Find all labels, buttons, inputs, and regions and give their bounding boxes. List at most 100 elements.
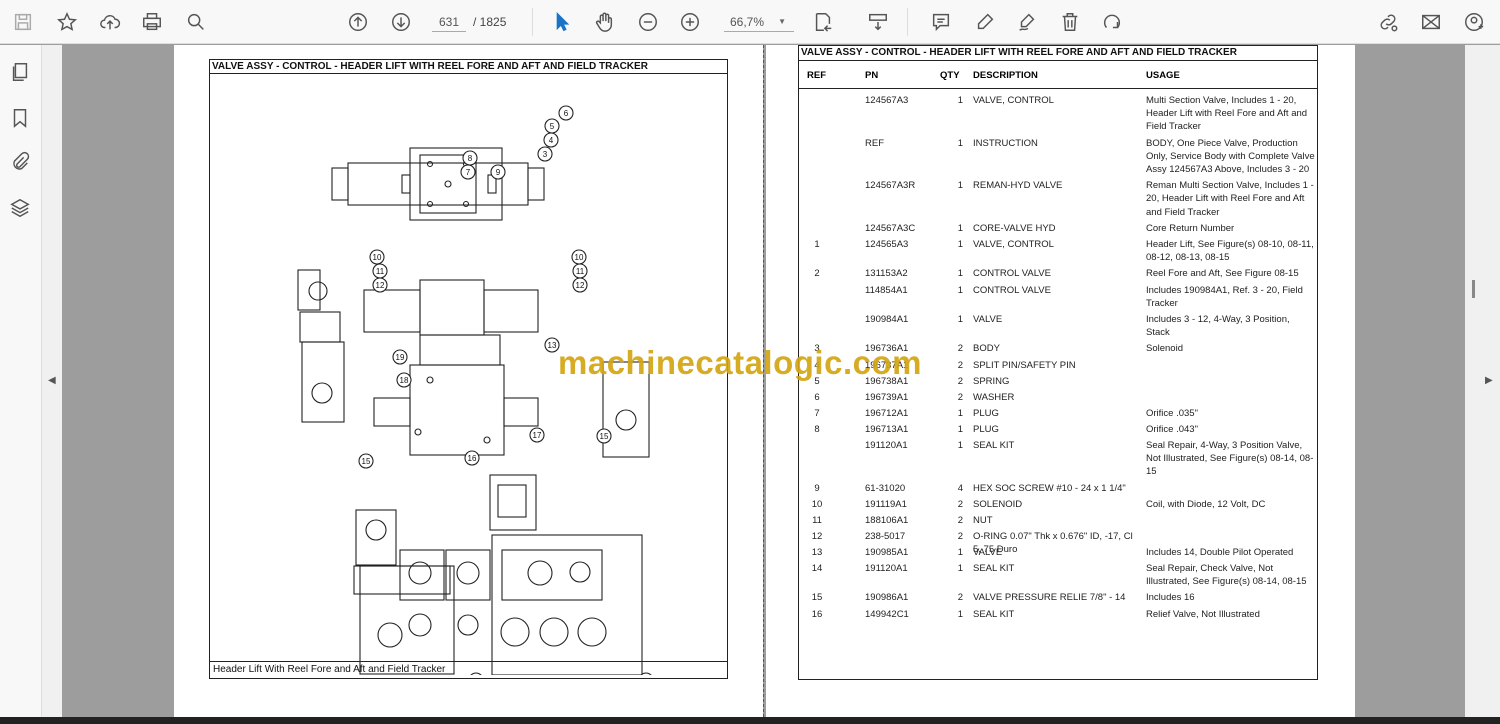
vertical-scrollbar[interactable] bbox=[1472, 280, 1475, 298]
callout-number: 18 bbox=[400, 376, 409, 385]
star-icon[interactable] bbox=[54, 9, 80, 35]
expand-right-icon[interactable]: ▶ bbox=[1485, 375, 1493, 386]
table-row: 12 238-5017 2 O-RING 0.07" Thk x 0.676" ID,… bbox=[799, 530, 1317, 555]
cell-pn: 131153A2 bbox=[865, 268, 908, 280]
callout-number: 6 bbox=[564, 109, 569, 118]
callout-number: 19 bbox=[396, 353, 405, 362]
cell-usage: Includes 16 bbox=[1146, 592, 1195, 604]
search-zoom-icon[interactable] bbox=[183, 9, 209, 35]
callout-number: 11 bbox=[576, 267, 585, 276]
cell-usage: Seal Repair, 4-Way, 3 Position Valve, No… bbox=[1146, 440, 1314, 478]
cell-desc: HEX SOC SCREW #10 - 24 x 1 1/4" bbox=[973, 482, 1126, 494]
header-ref: REF bbox=[807, 70, 826, 81]
right-panel-strip: ▶ bbox=[1465, 45, 1500, 724]
next-page-icon[interactable] bbox=[388, 9, 414, 35]
sign-icon[interactable] bbox=[1014, 9, 1040, 35]
print-icon[interactable] bbox=[139, 9, 165, 35]
cell-desc: CONTROL VALVE bbox=[973, 284, 1051, 296]
account-icon[interactable] bbox=[1461, 9, 1487, 35]
cell-pn: 190986A1 bbox=[865, 592, 909, 604]
watermark: machinecatalogic.com bbox=[558, 344, 922, 381]
zoom-select[interactable]: 66,7% ▼ bbox=[724, 12, 794, 32]
divider bbox=[907, 8, 908, 36]
upload-cloud-icon[interactable] bbox=[97, 9, 123, 35]
comment-icon[interactable] bbox=[928, 9, 954, 35]
cell-desc: CORE-VALVE HYD bbox=[973, 222, 1056, 234]
prev-page-icon[interactable] bbox=[345, 9, 371, 35]
mail-icon[interactable] bbox=[1418, 9, 1444, 35]
page-total: / 1825 bbox=[473, 15, 507, 29]
cell-qty: 2 bbox=[957, 375, 963, 387]
cell-qty: 1 bbox=[957, 314, 963, 326]
attachment-icon[interactable] bbox=[9, 151, 33, 175]
zoom-value: 66,7% bbox=[730, 15, 765, 29]
cell-ref: 11 bbox=[812, 514, 822, 526]
select-cursor-icon[interactable] bbox=[549, 9, 575, 35]
cell-usage bbox=[1146, 391, 1316, 404]
trash-icon[interactable] bbox=[1057, 9, 1083, 35]
cell-usage: Core Return Number bbox=[1146, 222, 1235, 234]
cell-desc: SEAL KIT bbox=[973, 563, 1015, 575]
table-row: 124567A3 1 VALVE, CONTROL Multi Section Val… bbox=[799, 94, 1317, 137]
cell-qty: 1 bbox=[957, 423, 963, 435]
table-row: 7 196712A1 1 PLUG Orifice .035" bbox=[799, 407, 1317, 423]
cell-desc: PLUG bbox=[973, 407, 999, 419]
zoom-out-icon[interactable] bbox=[635, 9, 661, 35]
cell-desc: SEAL KIT bbox=[973, 440, 1015, 452]
cell-desc: BODY bbox=[973, 343, 1000, 355]
pages-icon[interactable] bbox=[9, 61, 33, 85]
table-row: 11 188106A1 2 NUT bbox=[799, 514, 1317, 530]
cell-qty: 1 bbox=[957, 284, 963, 296]
cell-qty: 1 bbox=[957, 180, 963, 192]
header-usage: USAGE bbox=[1146, 70, 1180, 81]
table-row: 9 61-31020 4 HEX SOC SCREW #10 - 24 x 1 1/4… bbox=[799, 482, 1317, 498]
cell-ref: 8 bbox=[814, 423, 820, 435]
cell-ref: 1 bbox=[814, 239, 820, 251]
page-number-input[interactable]: 631 bbox=[432, 12, 466, 32]
cell-usage: Solenoid bbox=[1146, 343, 1183, 355]
fit-page-icon[interactable] bbox=[810, 9, 836, 35]
cell-desc: VALVE bbox=[973, 546, 1003, 558]
cell-qty: 1 bbox=[957, 546, 963, 558]
cell-ref: 15 bbox=[811, 592, 823, 604]
cell-usage: Includes 14, Double Pilot Operated bbox=[1146, 546, 1294, 558]
cell-qty: 1 bbox=[957, 563, 963, 575]
cell-usage: Coil, with Diode, 12 Volt, DC bbox=[1146, 498, 1266, 510]
cell-ref: 12 bbox=[811, 530, 823, 542]
expand-left-icon[interactable]: ◀ bbox=[48, 375, 56, 386]
cell-usage: Orifice .043" bbox=[1146, 423, 1198, 435]
table-row: 14 191120A1 1 SEAL KIT Seal Repair, Check Va… bbox=[799, 562, 1317, 591]
zoom-in-icon[interactable] bbox=[677, 9, 703, 35]
header-qty: QTY bbox=[940, 70, 960, 81]
hand-tool-icon[interactable] bbox=[591, 9, 617, 35]
cell-pn: 188106A1 bbox=[865, 514, 909, 526]
cell-ref: 6 bbox=[814, 391, 820, 403]
cell-ref: 16 bbox=[811, 608, 823, 620]
highlight-pen-icon[interactable] bbox=[972, 9, 998, 35]
cell-pn: 238-5017 bbox=[865, 530, 906, 542]
layers-icon[interactable] bbox=[9, 197, 33, 221]
cell-ref: 7 bbox=[814, 407, 820, 419]
cell-usage bbox=[1146, 514, 1316, 527]
callout-number: 13 bbox=[548, 341, 557, 350]
cell-ref: 9 bbox=[814, 482, 820, 494]
cell-ref: 10 bbox=[811, 498, 823, 510]
table-row: 114854A1 1 CONTROL VALVE Includes 190984A1,… bbox=[799, 284, 1317, 313]
cell-usage: Reman Multi Section Valve, Includes 1 - … bbox=[1146, 180, 1314, 218]
cell-pn: 190985A1 bbox=[865, 546, 909, 558]
cell-qty: 1 bbox=[957, 95, 963, 106]
table-row: 190984A1 1 VALVE Includes 3 - 12, 4-Way, 3 … bbox=[799, 313, 1317, 342]
cell-usage bbox=[1146, 359, 1316, 372]
figure-title-bar: VALVE ASSY - CONTROL - HEADER LIFT WITH … bbox=[210, 60, 727, 74]
share-link-icon[interactable] bbox=[1375, 9, 1401, 35]
table-row: REF 1 INSTRUCTION BODY, One Piece Valve, Pr… bbox=[799, 137, 1317, 180]
header-pn: PN bbox=[865, 70, 879, 81]
table-row: 124567A3R 1 REMAN-HYD VALVE Reman Multi Sec… bbox=[799, 179, 1317, 222]
bookmark-icon[interactable] bbox=[9, 107, 33, 131]
cell-pn: 149942C1 bbox=[865, 608, 909, 620]
rotate-icon[interactable] bbox=[1099, 9, 1125, 35]
scroll-mode-icon[interactable] bbox=[865, 9, 891, 35]
cell-pn: 191120A1 bbox=[865, 440, 908, 452]
cell-qty: 2 bbox=[957, 530, 963, 542]
save-icon[interactable] bbox=[10, 9, 36, 35]
